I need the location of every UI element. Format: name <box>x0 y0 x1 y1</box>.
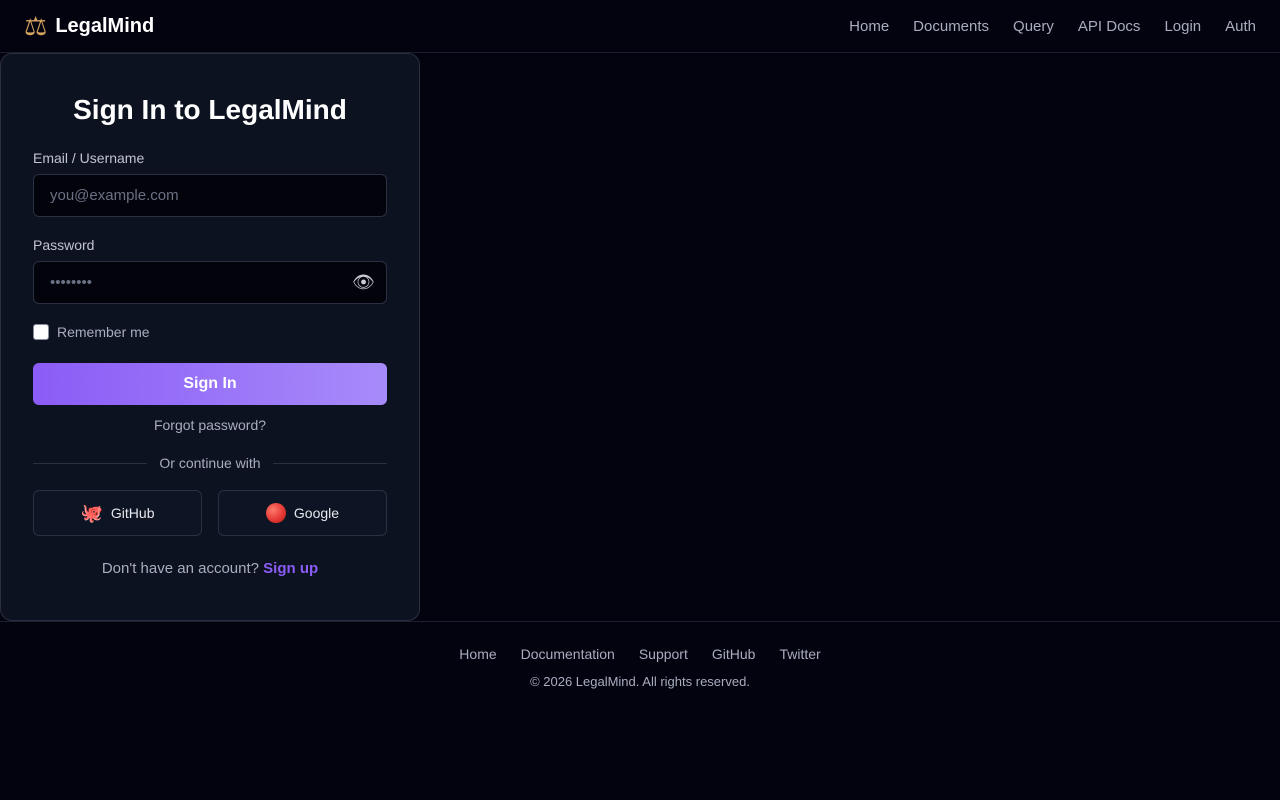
footer-link-twitter[interactable]: Twitter <box>779 646 820 662</box>
brand[interactable]: ⚖ LegalMind <box>24 13 154 39</box>
sign-in-card: Sign In to LegalMind Email / Username Pa… <box>0 53 420 621</box>
top-navbar: ⚖ LegalMind Home Documents Query API Doc… <box>0 0 1280 53</box>
email-label: Email / Username <box>33 150 145 166</box>
main-nav: Home Documents Query API Docs Login Auth <box>849 18 1256 35</box>
sign-up-link[interactable]: Sign up <box>263 560 318 577</box>
google-button[interactable]: Google <box>218 490 387 536</box>
social-login-row: 🐙 GitHub Google <box>33 490 387 536</box>
nav-home[interactable]: Home <box>849 18 889 35</box>
nav-query[interactable]: Query <box>1013 18 1054 35</box>
github-label: GitHub <box>110 505 155 521</box>
or-divider: Or continue with <box>33 455 388 471</box>
eye-icon[interactable]: 👁 <box>352 271 375 293</box>
nav-login[interactable]: Login <box>1164 18 1201 35</box>
password-input[interactable] <box>33 261 387 304</box>
footer-link-documentation[interactable]: Documentation <box>521 646 615 662</box>
signup-row: Don't have an account? Sign up <box>33 560 387 577</box>
password-field-wrap: 👁 <box>33 261 387 304</box>
footer: Home Documentation Support GitHub Twitte… <box>0 621 1280 689</box>
nav-documents[interactable]: Documents <box>913 18 989 35</box>
forgot-password-link[interactable]: Forgot password? <box>33 417 387 433</box>
octopus-icon: 🐙 <box>80 503 103 523</box>
remember-me-label[interactable]: Remember me <box>57 324 150 340</box>
sign-in-button[interactable]: Sign In <box>33 363 387 405</box>
footer-link-home[interactable]: Home <box>459 646 496 662</box>
email-field-wrap <box>33 174 387 217</box>
divider-line-right <box>272 462 388 464</box>
divider-line-left <box>33 462 148 464</box>
signup-prompt: Don't have an account? <box>101 560 264 577</box>
email-input[interactable] <box>33 174 387 217</box>
nav-api-docs[interactable]: API Docs <box>1078 18 1141 35</box>
remember-me-row: Remember me <box>33 324 387 340</box>
card-title: Sign In to LegalMind <box>73 94 347 125</box>
password-label: Password <box>33 237 95 253</box>
github-button[interactable]: 🐙 GitHub <box>33 490 202 536</box>
divider-label: Or continue with <box>159 455 261 471</box>
copyright: © 2026 LegalMind. All rights reserved. <box>530 674 750 689</box>
red-circle-icon <box>265 503 286 523</box>
footer-links: Home Documentation Support GitHub Twitte… <box>0 646 1280 662</box>
google-label: Google <box>293 505 340 521</box>
footer-link-support[interactable]: Support <box>639 646 688 662</box>
footer-link-github[interactable]: GitHub <box>712 646 756 662</box>
remember-me-checkbox[interactable] <box>33 324 49 340</box>
brand-name: LegalMind <box>55 14 155 37</box>
scales-icon: ⚖ <box>24 11 48 41</box>
nav-auth[interactable]: Auth <box>1225 18 1256 35</box>
